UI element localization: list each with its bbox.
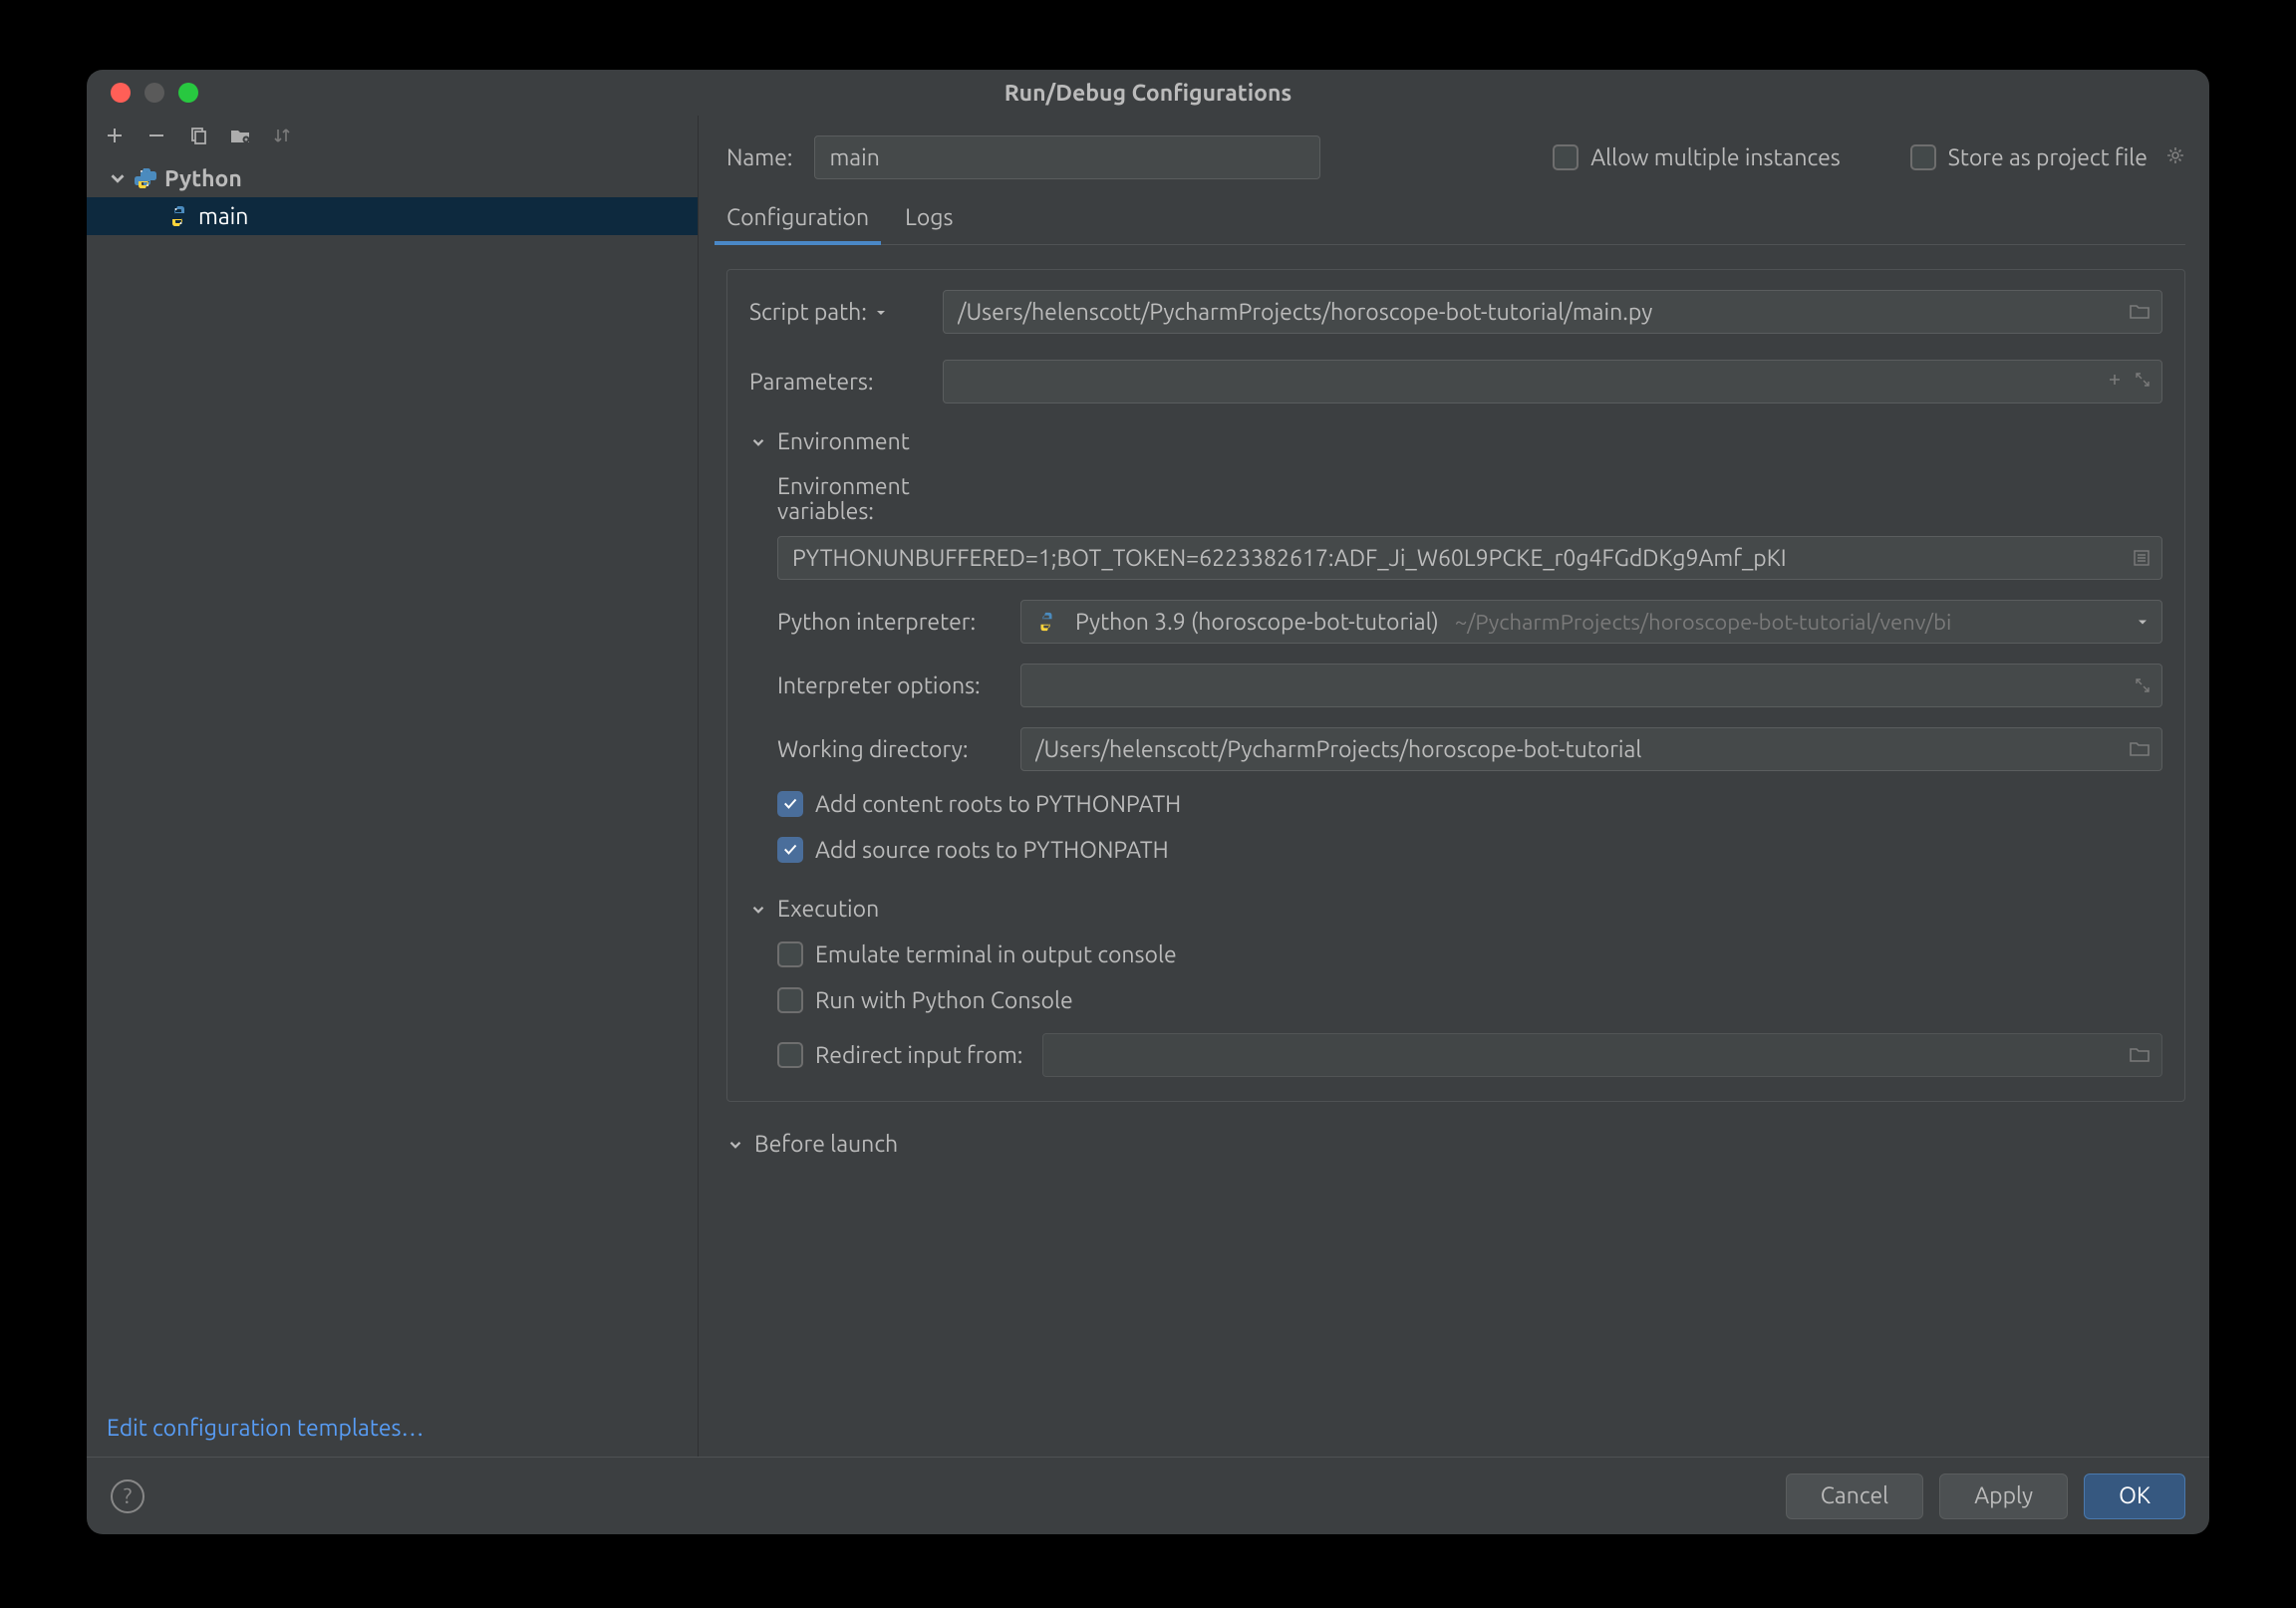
add-content-roots-checkbox[interactable]: Add content roots to PYTHONPATH — [777, 791, 1181, 817]
execution-section-header[interactable]: Execution — [749, 897, 2162, 922]
name-label: Name: — [726, 145, 792, 170]
apply-button[interactable]: Apply — [1939, 1474, 2068, 1519]
redirect-input-field[interactable] — [1042, 1033, 2162, 1077]
tab-configuration[interactable]: Configuration — [726, 205, 869, 244]
caret-down-icon — [2136, 610, 2150, 635]
allow-multiple-checkbox[interactable]: Allow multiple instances — [1553, 144, 1841, 170]
script-path-label: Script path: — [749, 300, 927, 325]
traffic-lights — [87, 83, 198, 103]
add-source-roots-checkbox[interactable]: Add source roots to PYTHONPATH — [777, 837, 1169, 863]
checkbox-icon — [777, 941, 803, 967]
allow-multiple-label: Allow multiple instances — [1590, 145, 1841, 170]
tree-node-python[interactable]: Python — [87, 159, 698, 197]
env-vars-input[interactable] — [777, 536, 2162, 580]
browse-icon[interactable] — [2129, 303, 2151, 321]
add-icon[interactable] — [103, 124, 127, 147]
environment-section-header[interactable]: Environment — [749, 429, 2162, 454]
checkbox-icon — [1553, 144, 1578, 170]
sidebar: Python main Edit configuration templates… — [87, 116, 699, 1457]
sidebar-toolbar — [87, 116, 698, 157]
chevron-down-icon — [107, 167, 129, 189]
interpreter-select[interactable]: Python 3.9 (horoscope-bot-tutorial) ~/Py… — [1020, 600, 2162, 644]
window-maximize-button[interactable] — [178, 83, 198, 103]
caret-down-icon[interactable] — [874, 306, 888, 320]
window-minimize-button[interactable] — [144, 83, 164, 103]
python-icon — [133, 166, 156, 190]
checkbox-checked-icon — [777, 837, 803, 863]
checkbox-icon — [777, 1042, 803, 1068]
dialog-body: Python main Edit configuration templates… — [87, 116, 2209, 1457]
tab-logs[interactable]: Logs — [905, 205, 953, 244]
interpreter-path: ~/PycharmProjects/horoscope-bot-tutorial… — [1455, 610, 2148, 635]
interpreter-name: Python 3.9 (horoscope-bot-tutorial) — [1075, 610, 1439, 635]
python-icon — [1035, 611, 1057, 633]
browse-icon[interactable] — [2129, 1046, 2151, 1064]
dialog-window: Run/Debug Configurations — [87, 70, 2209, 1534]
folder-icon[interactable] — [228, 124, 252, 147]
working-dir-label: Working directory: — [777, 737, 1001, 762]
dialog-footer: ? Cancel Apply OK — [87, 1457, 2209, 1534]
parameters-label: Parameters: — [749, 370, 927, 395]
name-input[interactable] — [814, 135, 1320, 179]
store-project-label: Store as project file — [1948, 145, 2148, 170]
env-vars-label: Environment variables: — [777, 474, 1001, 524]
chevron-down-icon — [749, 901, 767, 919]
interpreter-options-input[interactable] — [1020, 664, 2162, 707]
help-icon[interactable]: ? — [111, 1479, 144, 1513]
emulate-terminal-checkbox[interactable]: Emulate terminal in output console — [777, 941, 1177, 967]
titlebar: Run/Debug Configurations — [87, 70, 2209, 116]
store-project-checkbox[interactable]: Store as project file — [1910, 144, 2185, 170]
tabs: Configuration Logs — [726, 205, 2185, 245]
tree-node-main[interactable]: main — [87, 197, 698, 235]
dialog-title: Run/Debug Configurations — [87, 81, 2209, 106]
name-row: Name: Allow multiple instances Store as … — [726, 135, 2185, 179]
gear-icon[interactable] — [2165, 145, 2185, 169]
expand-icon[interactable] — [2135, 372, 2151, 392]
run-python-console-checkbox[interactable]: Run with Python Console — [777, 987, 1073, 1013]
browse-icon[interactable] — [2129, 740, 2151, 758]
config-tree: Python main — [87, 157, 698, 1400]
working-dir-input[interactable] — [1020, 727, 2162, 771]
checkbox-icon — [777, 987, 803, 1013]
script-path-input[interactable] — [943, 290, 2162, 334]
tree-child-label: main — [198, 204, 248, 229]
edit-templates-link[interactable]: Edit configuration templates… — [87, 1400, 698, 1457]
interpreter-label: Python interpreter: — [777, 610, 1001, 635]
checkbox-icon — [1910, 144, 1936, 170]
chevron-down-icon — [749, 433, 767, 451]
python-icon — [166, 204, 190, 228]
chevron-down-icon — [726, 1136, 744, 1154]
sort-icon[interactable] — [270, 124, 294, 147]
redirect-input-checkbox[interactable]: Redirect input from: — [777, 1042, 1022, 1068]
cancel-button[interactable]: Cancel — [1786, 1474, 1923, 1519]
ok-button[interactable]: OK — [2084, 1474, 2185, 1519]
parameters-input[interactable] — [943, 360, 2162, 403]
main-panel: Name: Allow multiple instances Store as … — [699, 116, 2209, 1457]
list-icon[interactable] — [2133, 549, 2151, 567]
plus-icon[interactable] — [2107, 372, 2123, 392]
window-close-button[interactable] — [111, 83, 131, 103]
expand-icon[interactable] — [2135, 677, 2151, 693]
copy-icon[interactable] — [186, 124, 210, 147]
before-launch-section-header[interactable]: Before launch — [726, 1132, 2185, 1157]
remove-icon[interactable] — [144, 124, 168, 147]
script-fieldset: Script path: Param — [726, 269, 2185, 1102]
tree-parent-label: Python — [164, 166, 242, 191]
checkbox-checked-icon — [777, 791, 803, 817]
configuration-panel: Script path: Param — [726, 245, 2185, 1457]
interpreter-options-label: Interpreter options: — [777, 673, 1001, 698]
